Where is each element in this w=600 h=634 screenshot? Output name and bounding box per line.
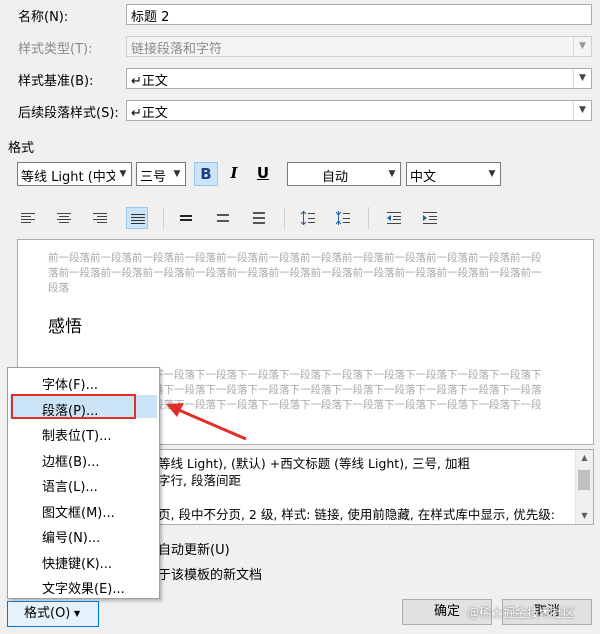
auto-update-option[interactable]: 自动更新(U) (158, 539, 230, 558)
underline-button[interactable]: U (251, 162, 275, 186)
decrease-indent-icon (387, 212, 401, 224)
menu-item-numbering[interactable]: 编号(N)... (42, 527, 100, 546)
annotation-arrow-icon (166, 403, 247, 441)
description-scrollbar[interactable]: ▲ ▼ (575, 450, 593, 524)
next-style-label: 后续段落样式(S): (18, 106, 119, 121)
format-menu: 字体(F)... 段落(P)... 制表位(T)... 边框(B)... 语言(… (7, 367, 160, 599)
chevron-down-icon: ▼ (74, 609, 81, 618)
chevron-down-icon[interactable]: ▼ (115, 163, 131, 185)
menu-item-border[interactable]: 边框(B)... (42, 451, 99, 470)
menu-item-font[interactable]: 字体(F)... (42, 374, 98, 393)
style-base-select[interactable]: ↵正文 ▼ (126, 68, 592, 89)
toolbar-divider (284, 207, 285, 229)
sample-heading-preview: 感悟 (48, 317, 82, 337)
name-input-value: 标题 2 (131, 10, 170, 25)
name-label: 名称(N): (18, 10, 69, 25)
annotation-highlight-box (11, 394, 136, 419)
style-type-value: 链接段落和字符 (131, 42, 223, 57)
menu-item-shortcut[interactable]: 快捷键(K)... (42, 553, 112, 572)
increase-indent-button[interactable] (419, 207, 441, 229)
previous-paragraph-preview: 前一段落前一段落前一段落前一段落前一段落前一段落前一段落前一段落前一段落前一段落… (48, 252, 542, 294)
format-button[interactable]: 格式(O) ▼ (7, 601, 99, 627)
double-spacing-button[interactable] (248, 207, 270, 229)
format-button-label: 格式(O) (24, 606, 71, 621)
one-half-spacing-button[interactable] (212, 207, 234, 229)
single-spacing-icon (180, 215, 192, 221)
align-center-button[interactable] (53, 207, 75, 229)
format-section-label: 格式 (8, 141, 35, 156)
watermark: @稀土掘金技术社区 (467, 606, 576, 620)
font-name-select[interactable]: 等线 Light (中文 ▼ (17, 162, 132, 186)
increase-indent-icon (423, 212, 437, 224)
justify-button[interactable] (126, 207, 148, 229)
scrollbar-thumb[interactable] (578, 470, 590, 490)
font-name-value: 等线 Light (中文 (21, 170, 115, 185)
decrease-spacing-button[interactable] (332, 207, 354, 229)
increase-spacing-icon (300, 210, 315, 226)
align-right-icon (93, 213, 107, 223)
description-line: 页, 段中不分页, 2 级, 样式: 链接, 使用前隐藏, 在样式库中显示, 优… (158, 507, 556, 522)
chevron-down-icon[interactable]: ▼ (573, 69, 591, 88)
one-half-spacing-icon (217, 214, 229, 222)
style-base-value: ↵正文 (131, 74, 168, 89)
font-size-select[interactable]: 三号 ▼ (136, 162, 186, 186)
chevron-down-icon[interactable]: ▼ (484, 163, 500, 185)
next-style-select[interactable]: ↵正文 ▼ (126, 100, 592, 121)
template-docs-option[interactable]: 于该模板的新文档 (158, 564, 262, 583)
menu-item-tabs[interactable]: 制表位(T)... (42, 425, 111, 444)
bold-button[interactable]: B (194, 162, 218, 186)
chevron-down-icon[interactable]: ▼ (384, 163, 400, 185)
chevron-down-icon: ▼ (573, 37, 591, 56)
style-base-label: 样式基准(B): (18, 74, 94, 89)
italic-button[interactable]: I (222, 162, 246, 186)
font-size-value: 三号 (140, 170, 167, 185)
menu-item-language[interactable]: 语言(L)... (42, 476, 98, 495)
style-type-select: 链接段落和字符 ▼ (126, 36, 592, 57)
align-center-icon (57, 213, 71, 223)
decrease-spacing-icon (335, 211, 350, 225)
scroll-down-icon[interactable]: ▼ (576, 508, 593, 524)
menu-item-frame[interactable]: 图文框(M)... (42, 502, 115, 521)
align-right-button[interactable] (89, 207, 111, 229)
font-color-select[interactable]: 自动 ▼ (287, 162, 401, 186)
menu-item-text-effects[interactable]: 文字效果(E)... (42, 578, 125, 597)
name-input[interactable]: 标题 2 (126, 4, 592, 25)
align-left-icon (21, 213, 35, 223)
justify-icon (131, 214, 145, 224)
script-select[interactable]: 中文 ▼ (406, 162, 501, 186)
style-type-label: 样式类型(T): (18, 42, 93, 57)
align-left-button[interactable] (17, 207, 39, 229)
toolbar-divider (163, 207, 164, 229)
chevron-down-icon[interactable]: ▼ (573, 101, 591, 120)
single-spacing-button[interactable] (175, 207, 197, 229)
font-color-value: 自动 (322, 170, 349, 185)
increase-spacing-button[interactable] (297, 207, 319, 229)
decrease-indent-button[interactable] (383, 207, 405, 229)
next-style-value: ↵正文 (131, 106, 168, 121)
chevron-down-icon[interactable]: ▼ (169, 163, 185, 185)
toolbar-divider (368, 207, 369, 229)
scroll-up-icon[interactable]: ▲ (576, 450, 593, 466)
script-value: 中文 (410, 170, 437, 185)
description-line: 字行, 段落间距 (158, 473, 241, 488)
double-spacing-icon (253, 212, 265, 224)
